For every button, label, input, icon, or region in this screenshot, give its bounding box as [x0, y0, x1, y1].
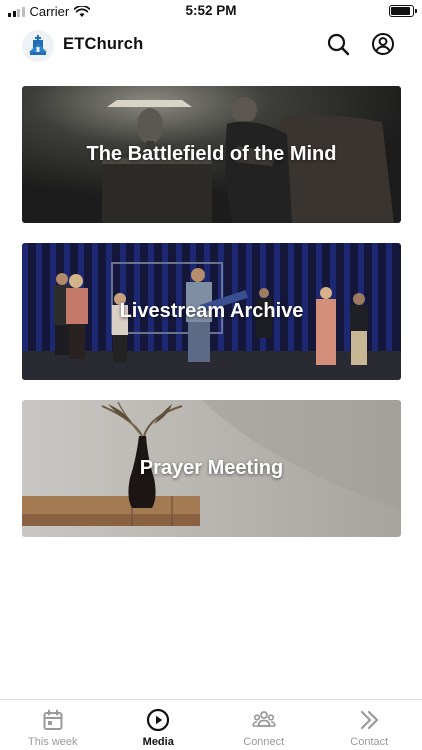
tab-label: Connect: [243, 736, 285, 748]
tab-label: Contact: [350, 736, 389, 748]
play-circle-icon: [147, 708, 170, 732]
chevrons-right-icon: [361, 710, 379, 730]
app-header: ETChurch: [0, 22, 422, 66]
app-title: ETChurch: [63, 35, 144, 53]
profile-icon: [372, 33, 394, 55]
tab-media[interactable]: Media: [106, 700, 212, 750]
tab-contact[interactable]: Contact: [317, 700, 422, 750]
battery-icon: [389, 5, 417, 17]
bottom-tab-bar: This week Media Connect Contact: [0, 699, 422, 750]
tab-this-week[interactable]: This week: [0, 700, 106, 750]
media-card-prayer[interactable]: Prayer Meeting: [22, 400, 401, 537]
search-button[interactable]: [326, 32, 350, 56]
card-title: The Battlefield of the Mind: [86, 143, 337, 165]
profile-button[interactable]: [371, 32, 395, 56]
media-card-battlefield[interactable]: The Battlefield of the Mind: [22, 86, 401, 223]
tab-label: Media: [142, 736, 174, 748]
tab-label: This week: [27, 736, 78, 748]
card-title: Livestream Archive: [119, 300, 304, 322]
people-icon: [251, 711, 276, 727]
tab-connect[interactable]: Connect: [211, 700, 317, 750]
media-card-livestream[interactable]: Livestream Archive: [22, 243, 401, 380]
clock: 5:52 PM: [185, 3, 237, 18]
calendar-icon: [43, 709, 63, 730]
card-title: Prayer Meeting: [139, 457, 284, 479]
status-bar: Carrier 5:52 PM: [0, 0, 422, 22]
church-logo: [22, 30, 54, 62]
media-list: The Battlefield of the Mind Livestream A…: [22, 86, 401, 557]
search-icon: [327, 33, 350, 56]
